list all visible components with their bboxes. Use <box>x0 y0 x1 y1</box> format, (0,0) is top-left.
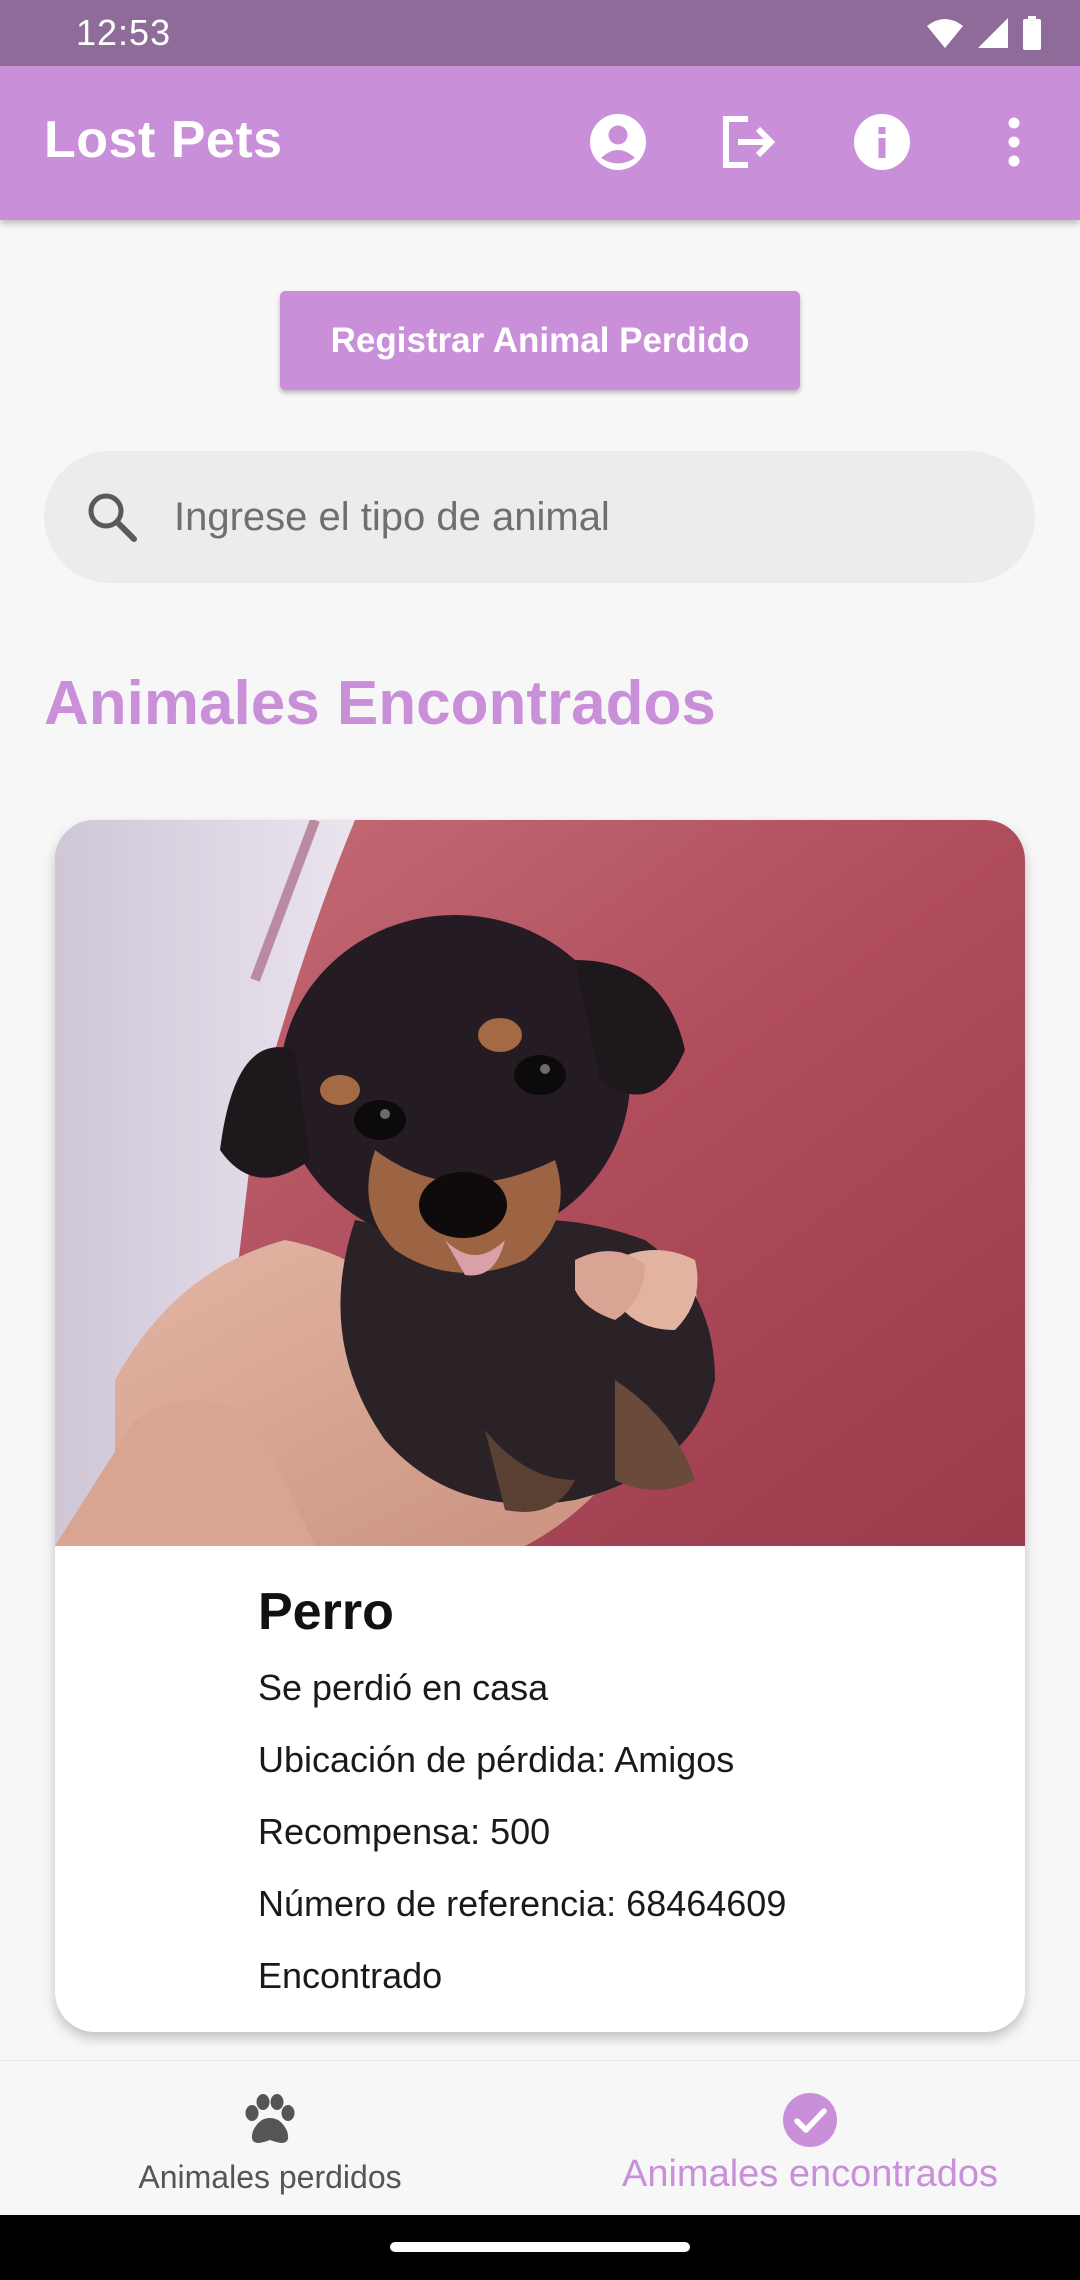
card-description: Se perdió en casa <box>258 1667 549 1708</box>
bottom-navigation: Animales perdidos Animales encontrados <box>0 2060 1080 2215</box>
check-circle-icon <box>783 2093 837 2147</box>
more-vert-icon[interactable] <box>984 112 1044 172</box>
system-navigation-bar <box>0 2215 1080 2280</box>
info-icon[interactable] <box>852 112 912 172</box>
status-bar: 12:53 <box>0 0 1080 66</box>
card-reference: Número de referencia: 68464609 <box>258 1883 787 1924</box>
account-circle-icon[interactable] <box>588 112 648 172</box>
card-status: Encontrado <box>258 1955 443 1996</box>
search-input[interactable] <box>174 451 994 583</box>
app-bar: Lost Pets <box>0 66 1080 220</box>
animal-card[interactable]: Perro Se perdió en casa Ubicación de pér… <box>55 820 1025 2032</box>
register-lost-animal-button[interactable]: Registrar Animal Perdido <box>280 291 800 390</box>
section-title: Animales Encontrados <box>44 669 716 738</box>
search-bar <box>44 451 1035 583</box>
wifi-icon <box>927 19 963 48</box>
paw-icon <box>245 2094 295 2143</box>
nav-label-found-animals: Animales encontrados <box>622 2153 998 2195</box>
nav-item-found-animals[interactable]: Animales encontrados <box>540 2061 1080 2216</box>
card-location: Ubicación de pérdida: Amigos <box>258 1739 735 1780</box>
card-title: Perro <box>258 1583 394 1641</box>
status-icons <box>926 15 1042 51</box>
home-gesture-handle[interactable] <box>390 2242 690 2252</box>
puppy-photo <box>55 820 1025 1546</box>
logout-icon[interactable] <box>719 112 779 172</box>
card-reward: Recompensa: 500 <box>258 1811 551 1852</box>
status-time: 12:53 <box>76 12 172 53</box>
search-icon <box>88 493 137 542</box>
cell-signal-icon <box>978 18 1008 48</box>
card-details: Perro Se perdió en casa Ubicación de pér… <box>258 1580 786 2012</box>
nav-label-lost-animals: Animales perdidos <box>138 2159 402 2195</box>
app-title: Lost Pets <box>44 111 283 169</box>
battery-icon <box>1023 16 1041 50</box>
app-screen: 12:53 Lost Pets Registrar Animal Perdido… <box>0 0 1080 2280</box>
nav-item-lost-animals[interactable]: Animales perdidos <box>0 2061 540 2216</box>
